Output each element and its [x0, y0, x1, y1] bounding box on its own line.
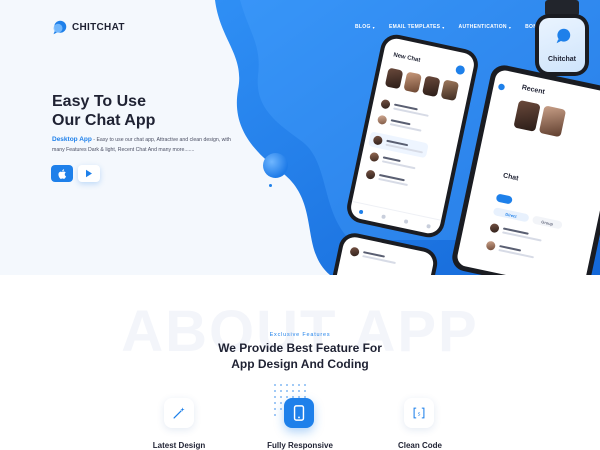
- tab-group-label: Group: [540, 218, 554, 227]
- tab-direct-label: Direct: [505, 211, 518, 219]
- feature-icon-latest-design: [164, 398, 194, 428]
- list-item: [349, 246, 397, 265]
- story-avatar-row: [384, 67, 460, 102]
- hero-title-line1: Easy To Use: [52, 93, 146, 110]
- play-icon: [86, 169, 92, 178]
- mobile-icon: [293, 405, 305, 421]
- list-item: [489, 222, 543, 243]
- brand-name: CHITCHAT: [72, 22, 125, 33]
- svg-text:s: s: [417, 411, 420, 417]
- nav-item-authentication[interactable]: AUTHENTICATION ▾: [459, 24, 512, 30]
- nav-item-blog[interactable]: BLOG ▾: [355, 24, 375, 30]
- recent-avatar-row: [513, 99, 567, 138]
- chat-bubble-logo-icon: [556, 28, 571, 44]
- chevron-down-icon: ▾: [508, 24, 512, 30]
- hero-desc-highlight: Desktop App: [52, 136, 92, 143]
- feature-label-fully-responsive: Fully Responsive: [267, 441, 333, 450]
- tab-icon: [425, 223, 431, 229]
- apple-icon: [57, 168, 66, 179]
- avatar: [421, 75, 441, 98]
- tablet-chat-heading: Chat: [502, 172, 520, 183]
- decorative-dot: [269, 184, 272, 187]
- tab-icon: [403, 218, 409, 224]
- code-brackets-icon: s: [413, 407, 425, 419]
- tablet-screen-title: Recent: [521, 84, 546, 96]
- hero-description: Desktop App - Easy to use our chat app, …: [52, 135, 232, 155]
- nav-item-email-templates[interactable]: EMAIL TEMPLATES ▾: [389, 24, 445, 30]
- hero-title-line2: Our Chat App: [52, 112, 156, 129]
- section-title-line2: App Design And Coding: [231, 357, 369, 371]
- feature-label-clean-code: Clean Code: [397, 441, 442, 450]
- tab-group[interactable]: Group: [531, 215, 563, 230]
- chat-bubble-logo-icon: [498, 77, 507, 91]
- list-item: [365, 169, 409, 187]
- phone-screen-title: New Chat: [392, 52, 421, 64]
- feature-label-latest-design: Latest Design: [152, 441, 206, 450]
- chat-bubble-logo-icon: [53, 20, 67, 35]
- tab-icon: [381, 213, 387, 219]
- tab-direct[interactable]: Direct: [492, 207, 530, 223]
- list-item: [376, 114, 423, 133]
- list-item: [380, 98, 430, 118]
- feature-icon-fully-responsive: [284, 398, 314, 428]
- watch-screen: Chitchat: [539, 18, 585, 72]
- watch-app-label: Chitchat: [548, 56, 576, 63]
- play-store-button[interactable]: [78, 165, 100, 182]
- decorative-orb: [263, 153, 288, 178]
- nav-item-label: EMAIL TEMPLATES: [388, 24, 441, 30]
- avatar: [513, 99, 541, 132]
- section-eyebrow: Exclusive Features: [269, 332, 331, 338]
- avatar: [403, 71, 422, 94]
- avatar: [384, 67, 404, 90]
- brand-logo[interactable]: CHITCHAT: [52, 20, 125, 35]
- add-chat-icon: [454, 64, 466, 76]
- avatar: [368, 151, 380, 163]
- section-title: We Provide Best Feature For App Design A…: [175, 340, 425, 372]
- avatar: [538, 105, 567, 138]
- magic-wand-icon: [173, 407, 185, 419]
- avatar: [349, 246, 360, 258]
- avatar: [372, 135, 384, 146]
- hero-title: Easy To Use Our Chat App: [52, 92, 212, 130]
- avatar: [365, 169, 376, 180]
- avatar: [440, 79, 460, 102]
- section-title-line1: We Provide Best Feature For: [218, 341, 382, 355]
- tab-icon: [359, 209, 364, 214]
- chevron-down-icon: ▾: [372, 24, 375, 30]
- avatar: [489, 222, 500, 234]
- list-item: [485, 240, 535, 259]
- apple-store-button[interactable]: [51, 165, 73, 182]
- smartwatch-mockup: Chitchat: [535, 14, 589, 76]
- feature-icon-clean-code: s: [404, 398, 434, 428]
- avatar: [380, 98, 391, 110]
- hero-section: CHITCHAT BLOG ▾ EMAIL TEMPLATES ▾ AUTHEN…: [0, 0, 600, 275]
- chevron-down-icon: ▾: [442, 24, 445, 30]
- filter-pill-active[interactable]: [495, 193, 513, 205]
- nav-item-label: BLOG: [355, 24, 371, 30]
- nav-item-label: AUTHENTICATION: [458, 24, 507, 30]
- avatar: [376, 114, 388, 126]
- avatar: [485, 240, 497, 252]
